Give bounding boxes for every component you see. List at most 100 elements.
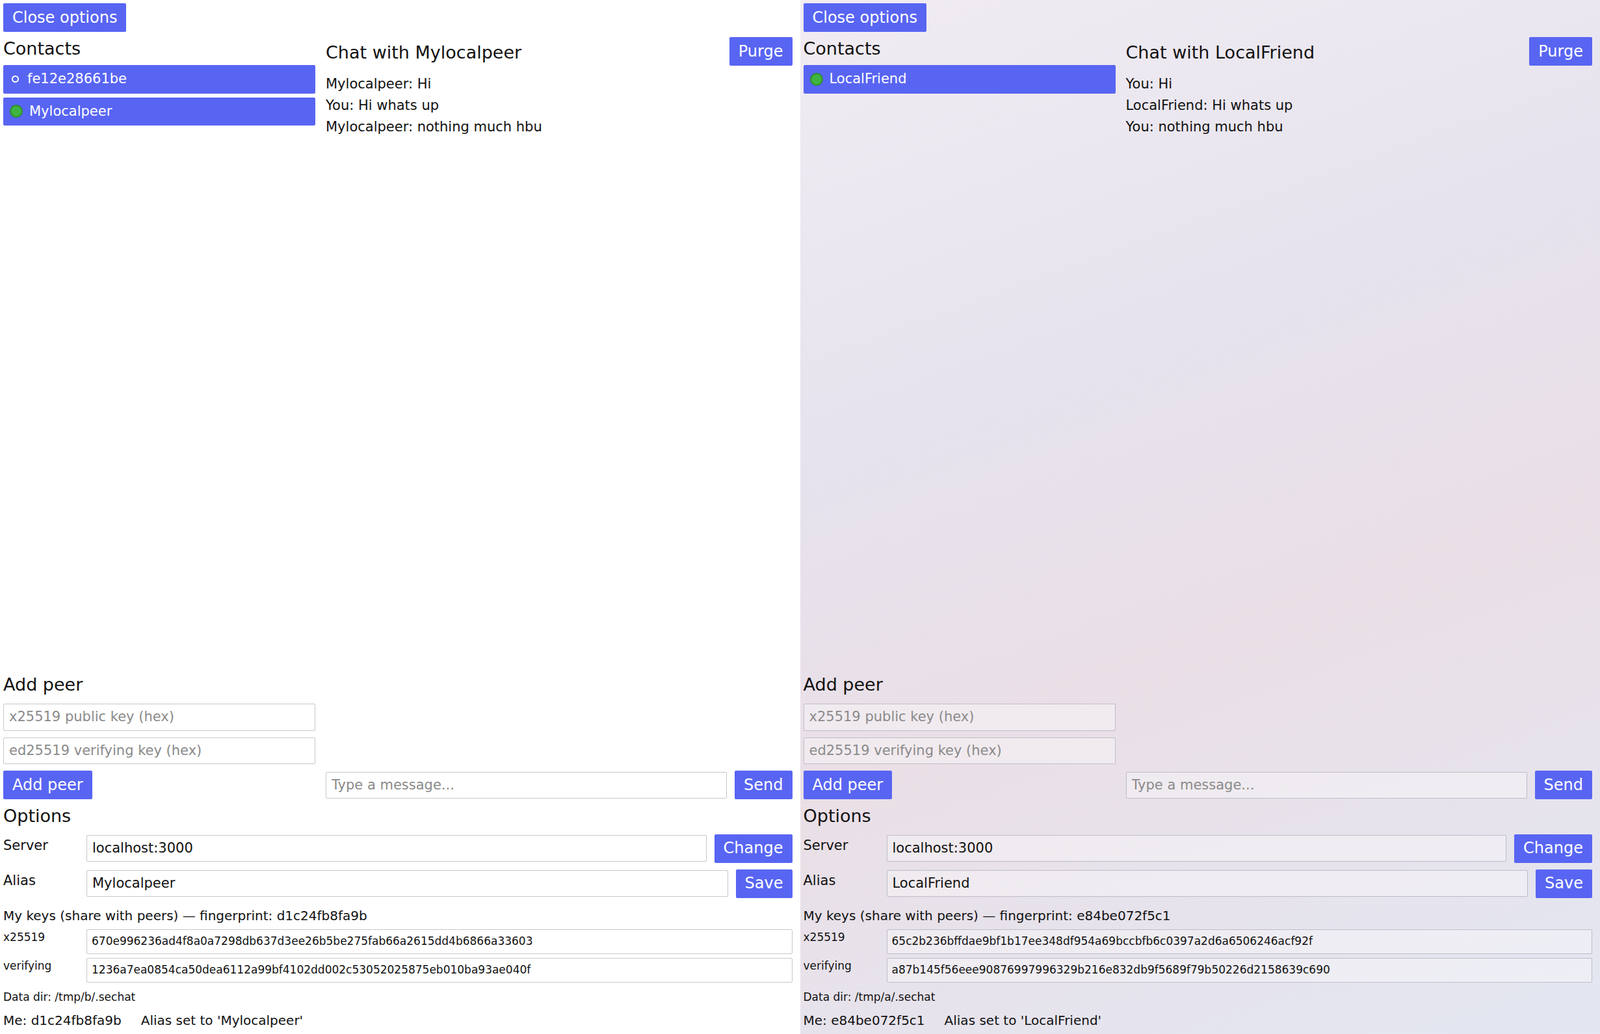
chat-message: You: Hi [1126, 73, 1593, 95]
main-area: Contacts LocalFriend Add peer Add peer Chat … [803, 37, 1593, 800]
contact-name: LocalFriend [829, 68, 907, 90]
x25519-key-input[interactable] [3, 703, 316, 731]
chat-column: Chat with LocalFriend Purge You: HiLocalFr… [1126, 37, 1593, 800]
add-peer-button[interactable]: Add peer [3, 770, 93, 800]
top-bar: Close options [3, 3, 793, 32]
add-peer-title: Add peer [803, 672, 1116, 696]
close-options-button[interactable]: Close options [803, 3, 927, 32]
options-section: Options Server Change Alias Save My keys (sha… [803, 804, 1593, 1030]
verifying-key-input[interactable] [3, 737, 316, 765]
spacer [803, 93, 1116, 674]
x25519-key-row: x25519 [3, 929, 793, 954]
message-composer: Send [1126, 770, 1593, 800]
add-peer-section: Add peer Add peer [3, 672, 316, 800]
contact-name: fe12e28661be [27, 68, 127, 90]
spacer [325, 137, 793, 771]
message-composer: Send [325, 770, 793, 800]
send-button[interactable]: Send [734, 770, 792, 800]
online-dot-icon [9, 104, 23, 118]
x25519-key-row: x25519 [803, 929, 1593, 954]
verifying-label: verifying [803, 957, 879, 975]
alias-label: Alias [803, 869, 879, 892]
chat-title: Chat with LocalFriend [1126, 37, 1316, 64]
verifying-key-row: verifying [3, 957, 793, 983]
spacer [1126, 137, 1593, 771]
alias-label: Alias [3, 869, 79, 892]
add-peer-section: Add peer Add peer [803, 672, 1116, 800]
status-bar: Me: d1c24fb8fa9bAlias set to 'Mylocalpee… [3, 1010, 793, 1030]
x25519-key-input[interactable] [803, 703, 1116, 731]
verifying-label: verifying [3, 957, 79, 975]
server-label: Server [3, 834, 79, 857]
status-message: Alias set to 'LocalFriend' [944, 1010, 1102, 1030]
keys-title: My keys (share with peers) — fingerprint… [3, 905, 793, 926]
server-label: Server [803, 834, 879, 857]
message-list: You: HiLocalFriend: Hi whats upYou: noth… [1126, 73, 1593, 138]
close-options-button[interactable]: Close options [3, 3, 127, 32]
options-title: Options [3, 804, 793, 827]
contact-item[interactable]: LocalFriend [803, 65, 1116, 94]
my-id: Me: e84be072f5c1 [803, 1010, 926, 1030]
online-dot-icon [810, 72, 824, 86]
chat-message: Mylocalpeer: nothing much hbu [325, 116, 793, 138]
purge-button[interactable]: Purge [729, 37, 793, 66]
chat-column: Chat with Mylocalpeer Purge Mylocalpeer: H… [325, 37, 793, 800]
contacts-column: Contacts LocalFriend Add peer Add peer [803, 37, 1116, 800]
main-area: Contactsfe12e28661beMylocalpeerAdd peerA… [3, 37, 793, 800]
verifying-key-field[interactable] [86, 957, 793, 983]
x25519-label: x25519 [3, 929, 79, 946]
chat-message: You: nothing much hbu [1126, 116, 1593, 138]
offline-ring-icon [11, 75, 19, 83]
contact-item[interactable]: fe12e28661be [3, 65, 316, 94]
spacer [3, 125, 316, 673]
keys-title: My keys (share with peers) — fingerprint… [803, 905, 1593, 926]
alias-row: Alias Save [3, 869, 793, 898]
contacts-title: Contacts [803, 37, 1116, 60]
data-dir: Data dir: /tmp/b/.sechat [3, 988, 793, 1006]
contact-list: fe12e28661be Mylocalpeer [3, 65, 316, 126]
x25519-label: x25519 [803, 929, 879, 946]
alias-input[interactable] [886, 869, 1529, 898]
contacts-title: Contacts [3, 37, 316, 60]
message-input[interactable] [1126, 771, 1528, 800]
chat-title: Chat with Mylocalpeer [325, 37, 522, 64]
server-input[interactable] [886, 834, 1508, 863]
add-peer-button[interactable]: Add peer [803, 770, 893, 800]
add-peer-row: Add peer [3, 770, 316, 800]
purge-button[interactable]: Purge [1529, 37, 1593, 66]
app-pane: Close options Contacts LocalFriend Add peer… [800, 0, 1600, 1034]
chat-message: LocalFriend: Hi whats up [1126, 94, 1593, 117]
add-peer-row: Add peer [803, 770, 1116, 800]
server-row: Server Change [3, 834, 793, 863]
server-input[interactable] [86, 834, 707, 863]
change-server-button[interactable]: Change [1514, 834, 1593, 863]
top-bar: Close options [803, 3, 1593, 32]
verifying-key-row: verifying [803, 957, 1593, 983]
message-list: Mylocalpeer: HiYou: Hi whats upMylocalpe… [325, 73, 793, 138]
save-alias-button[interactable]: Save [1535, 869, 1593, 898]
chat-header: Chat with LocalFriend Purge [1126, 37, 1593, 66]
contact-item[interactable]: Mylocalpeer [3, 97, 316, 127]
status-bar: Me: e84be072f5c1 Alias set to 'LocalFrien… [803, 1010, 1593, 1030]
x25519-key-field[interactable] [886, 929, 1593, 954]
contact-list: LocalFriend [803, 65, 1116, 94]
send-button[interactable]: Send [1534, 770, 1593, 800]
alias-input[interactable] [86, 869, 729, 898]
options-title: Options [803, 804, 1593, 827]
message-input[interactable] [325, 771, 727, 800]
status-message: Alias set to 'Mylocalpeer' [141, 1010, 303, 1030]
data-dir: Data dir: /tmp/a/.sechat [803, 988, 1593, 1006]
verifying-key-input[interactable] [803, 737, 1116, 765]
options-section: Options Server Change Alias Save My keys (sha… [3, 804, 793, 1030]
app-root: Close options Contacts fe12e28661be Mylocal… [0, 0, 1600, 1034]
server-row: Server Change [803, 834, 1593, 863]
contacts-column: Contactsfe12e28661beMylocalpeerAdd peerA… [3, 37, 316, 800]
add-peer-title: Add peer [3, 672, 316, 696]
x25519-key-field[interactable] [86, 929, 793, 954]
save-alias-button[interactable]: Save [735, 869, 793, 898]
change-server-button[interactable]: Change [714, 834, 793, 863]
chat-message: You: Hi whats up [325, 94, 793, 117]
chat-header: Chat with Mylocalpeer Purge [325, 37, 793, 66]
verifying-key-field[interactable] [886, 957, 1593, 983]
chat-message: Mylocalpeer: Hi [325, 73, 793, 95]
